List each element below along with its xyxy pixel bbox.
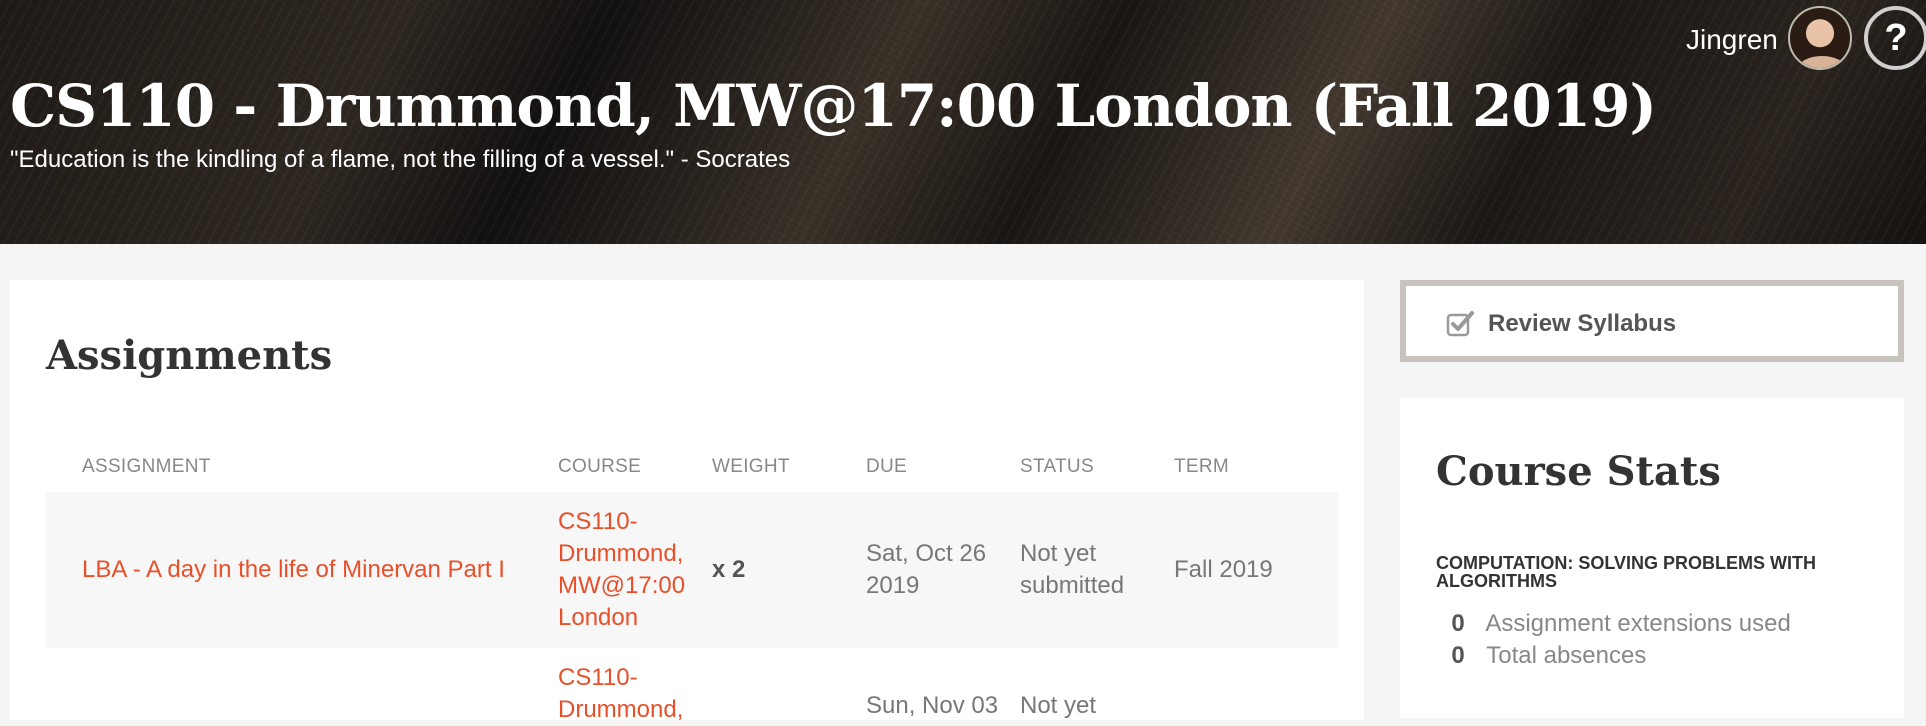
assignment-link[interactable]: LBA - A day in the life of Minervan Part…: [82, 554, 505, 586]
assignment-due: Sun, Nov 03: [866, 692, 999, 719]
course-header-banner: CS110 - Drummond, MW@17:00 London (Fall …: [0, 0, 1926, 244]
assignments-title: Assignments: [46, 332, 333, 379]
course-quote: "Education is the kindling of a flame, n…: [10, 146, 791, 173]
due-line: Sat, Oct 26: [866, 540, 987, 567]
review-syllabus-label: Review Syllabus: [1488, 310, 1677, 337]
course-line: Drummond,: [558, 696, 684, 723]
stat-value: 0: [1451, 642, 1465, 669]
course-line: CS110-: [558, 508, 638, 535]
avatar-shoulders: [1798, 56, 1846, 68]
course-stats-panel: Course Stats COMPUTATION: SOLVING PROBLE…: [1400, 398, 1904, 718]
stat-value: 0: [1451, 610, 1465, 637]
status-line: Not yet: [1020, 540, 1097, 567]
due-line: 2019: [866, 572, 920, 599]
help-button[interactable]: ?: [1864, 6, 1926, 70]
review-syllabus-button[interactable]: Review Syllabus: [1400, 280, 1904, 362]
avatar[interactable]: [1788, 6, 1852, 70]
assignment-status: Not yet: [1020, 692, 1097, 719]
column-header-status: STATUS: [1020, 456, 1094, 477]
stat-label: Assignment extensions used: [1485, 610, 1791, 637]
course-name: COMPUTATION: SOLVING PROBLEMS WITH ALGOR…: [1436, 553, 1816, 591]
course-stats-title: Course Stats: [1436, 448, 1721, 495]
column-header-course: COURSE: [558, 456, 642, 477]
course-link[interactable]: CS110- Drummond, MW@17:00 London: [558, 506, 685, 634]
column-header-weight: WEIGHT: [712, 456, 790, 477]
course-link[interactable]: CS110- Drummond,: [558, 662, 683, 726]
course-line: CS110-: [558, 664, 638, 691]
status-line: submitted: [1020, 572, 1125, 599]
assignments-panel: Assignments ASSIGNMENT COURSE WEIGHT DUE…: [10, 280, 1364, 723]
assignment-term: Fall 2019: [1174, 556, 1273, 583]
assignment-weight: x 2: [712, 556, 746, 583]
user-name[interactable]: Jingren: [1686, 24, 1778, 56]
assignment-due: Sat, Oct 26 2019: [866, 538, 986, 602]
course-line: London: [558, 604, 639, 631]
stat-label: Total absences: [1486, 642, 1647, 669]
checkbox-icon: [1446, 310, 1476, 343]
stat-absences: 0 Total absences: [1436, 642, 1646, 670]
column-header-due: DUE: [866, 456, 908, 477]
column-header-assignment: ASSIGNMENT: [82, 456, 211, 477]
course-line: Drummond,: [558, 540, 684, 567]
course-line: MW@17:00: [558, 572, 686, 599]
stat-extensions: 0 Assignment extensions used: [1436, 610, 1791, 638]
column-header-term: TERM: [1174, 456, 1230, 477]
assignment-status: Not yet submitted: [1020, 538, 1124, 602]
course-title: CS110 - Drummond, MW@17:00 London (Fall …: [10, 72, 1657, 140]
